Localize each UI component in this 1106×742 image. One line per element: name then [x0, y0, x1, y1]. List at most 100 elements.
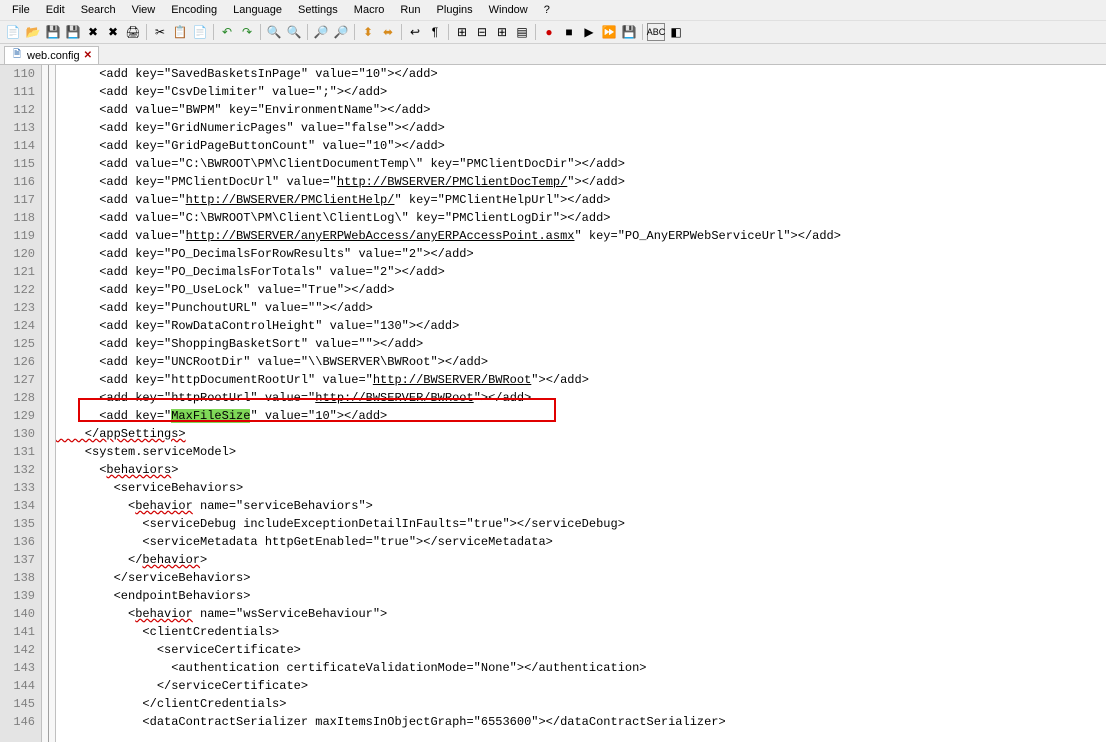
editor[interactable]: 1101111121131141151161171181191201211221… — [0, 65, 1106, 742]
code-line[interactable]: <behavior name="serviceBehaviors"> — [56, 497, 1106, 515]
line-number: 130 — [6, 425, 35, 443]
tab-webconfig[interactable]: 🗎 web.config ✕ — [4, 46, 99, 64]
open-file-icon[interactable]: 📂 — [24, 23, 42, 41]
code-line[interactable]: <add key="SavedBasketsInPage" value="10"… — [56, 65, 1106, 83]
record-icon[interactable]: ● — [540, 23, 558, 41]
code-line[interactable]: </serviceCertificate> — [56, 677, 1106, 695]
code-line[interactable]: <serviceCertificate> — [56, 641, 1106, 659]
code-line[interactable]: <add value="C:\BWROOT\PM\Client\ClientLo… — [56, 209, 1106, 227]
line-number: 127 — [6, 371, 35, 389]
code-line[interactable]: <add key="httpRootUrl" value="http://BWS… — [56, 389, 1106, 407]
close-icon[interactable]: ✖ — [84, 23, 102, 41]
code-line[interactable]: <add value="http://BWSERVER/anyERPWebAcc… — [56, 227, 1106, 245]
redo-icon[interactable]: ↷ — [238, 23, 256, 41]
file-icon: 🗎 — [11, 50, 23, 62]
fold-icon[interactable]: ⊟ — [473, 23, 491, 41]
code-line[interactable]: <add value="C:\BWROOT\PM\ClientDocumentT… — [56, 155, 1106, 173]
menu-file[interactable]: File — [4, 2, 38, 18]
menu-macro[interactable]: Macro — [346, 2, 393, 18]
menu-settings[interactable]: Settings — [290, 2, 346, 18]
print-icon[interactable]: 🖨 — [124, 23, 142, 41]
play-icon[interactable]: ▶ — [580, 23, 598, 41]
code-line[interactable]: <serviceMetadata httpGetEnabled="true"><… — [56, 533, 1106, 551]
menu-run[interactable]: Run — [392, 2, 428, 18]
code-line[interactable]: <serviceDebug includeExceptionDetailInFa… — [56, 515, 1106, 533]
code-line[interactable]: <add key="GridPageButtonCount" value="10… — [56, 137, 1106, 155]
copy-icon[interactable]: 📋 — [171, 23, 189, 41]
sync-v-icon[interactable]: ⬍ — [359, 23, 377, 41]
code-line[interactable]: <system.serviceModel> — [56, 443, 1106, 461]
line-number: 131 — [6, 443, 35, 461]
undo-icon[interactable]: ↶ — [218, 23, 236, 41]
sync-h-icon[interactable]: ⬌ — [379, 23, 397, 41]
menu-view[interactable]: View — [124, 2, 164, 18]
code-line[interactable]: <add key="PunchoutURL" value=""></add> — [56, 299, 1106, 317]
code-line[interactable]: <add value="BWPM" key="EnvironmentName">… — [56, 101, 1106, 119]
line-number: 121 — [6, 263, 35, 281]
toolbar-separator — [354, 24, 355, 40]
code-line[interactable]: <add key="UNCRootDir" value="\\BWSERVER\… — [56, 353, 1106, 371]
code-line[interactable]: </appSettings> — [56, 425, 1106, 443]
zoom-out-icon[interactable]: 🔎 — [332, 23, 350, 41]
wordwrap-icon[interactable]: ↩ — [406, 23, 424, 41]
replace-icon[interactable]: 🔍 — [285, 23, 303, 41]
code-area[interactable]: <add key="SavedBasketsInPage" value="10"… — [56, 65, 1106, 742]
menu-search[interactable]: Search — [73, 2, 124, 18]
allchars-icon[interactable]: ¶ — [426, 23, 444, 41]
find-icon[interactable]: 🔍 — [265, 23, 283, 41]
code-line[interactable]: <behaviors> — [56, 461, 1106, 479]
save-icon[interactable]: 💾 — [44, 23, 62, 41]
line-number: 143 — [6, 659, 35, 677]
save-all-icon[interactable]: 💾 — [64, 23, 82, 41]
line-number: 137 — [6, 551, 35, 569]
stop-icon[interactable]: ■ — [560, 23, 578, 41]
line-number: 115 — [6, 155, 35, 173]
line-number: 144 — [6, 677, 35, 695]
menu-window[interactable]: Window — [481, 2, 536, 18]
menu-encoding[interactable]: Encoding — [163, 2, 225, 18]
code-line[interactable]: <add key="MaxFileSize" value="10"></add> — [56, 407, 1106, 425]
code-line[interactable]: <clientCredentials> — [56, 623, 1106, 641]
line-number: 133 — [6, 479, 35, 497]
fold-column[interactable] — [42, 65, 56, 742]
code-line[interactable]: <endpointBehaviors> — [56, 587, 1106, 605]
doc-map-icon[interactable]: ▤ — [513, 23, 531, 41]
code-line[interactable]: <authentication certificateValidationMod… — [56, 659, 1106, 677]
code-line[interactable]: <add key="PO_DecimalsForRowResults" valu… — [56, 245, 1106, 263]
code-line[interactable]: <add value="http://BWSERVER/PMClientHelp… — [56, 191, 1106, 209]
menu-language[interactable]: Language — [225, 2, 290, 18]
save-macro-icon[interactable]: 💾 — [620, 23, 638, 41]
tab-close-icon[interactable]: ✕ — [84, 50, 92, 61]
paste-icon[interactable]: 📄 — [191, 23, 209, 41]
compare-icon[interactable]: ◧ — [667, 23, 685, 41]
code-line[interactable]: <dataContractSerializer maxItemsInObject… — [56, 713, 1106, 731]
line-number: 117 — [6, 191, 35, 209]
code-line[interactable]: <add key="PMClientDocUrl" value="http://… — [56, 173, 1106, 191]
menu-help[interactable]: ? — [536, 2, 558, 18]
code-line[interactable]: <add key="RowDataControlHeight" value="1… — [56, 317, 1106, 335]
code-line[interactable]: <add key="PO_UseLock" value="True"></add… — [56, 281, 1106, 299]
new-file-icon[interactable]: 📄 — [4, 23, 22, 41]
line-number: 113 — [6, 119, 35, 137]
code-line[interactable]: <add key="httpDocumentRootUrl" value="ht… — [56, 371, 1106, 389]
cut-icon[interactable]: ✂ — [151, 23, 169, 41]
code-line[interactable]: <add key="ShoppingBasketSort" value=""><… — [56, 335, 1106, 353]
unfold-icon[interactable]: ⊞ — [493, 23, 511, 41]
code-line[interactable]: <add key="PO_DecimalsForTotals" value="2… — [56, 263, 1106, 281]
code-line[interactable]: </clientCredentials> — [56, 695, 1106, 713]
code-line[interactable]: </behavior> — [56, 551, 1106, 569]
code-line[interactable]: <add key="CsvDelimiter" value=";"></add> — [56, 83, 1106, 101]
indent-guide-icon[interactable]: ⊞ — [453, 23, 471, 41]
spellcheck-icon[interactable]: ABC — [647, 23, 665, 41]
line-number: 138 — [6, 569, 35, 587]
code-line[interactable]: <behavior name="wsServiceBehaviour"> — [56, 605, 1106, 623]
code-line[interactable]: <add key="GridNumericPages" value="false… — [56, 119, 1106, 137]
menu-edit[interactable]: Edit — [38, 2, 73, 18]
menu-plugins[interactable]: Plugins — [429, 2, 481, 18]
zoom-in-icon[interactable]: 🔎 — [312, 23, 330, 41]
code-line[interactable]: </serviceBehaviors> — [56, 569, 1106, 587]
code-line[interactable]: <serviceBehaviors> — [56, 479, 1106, 497]
line-number: 114 — [6, 137, 35, 155]
close-all-icon[interactable]: ✖ — [104, 23, 122, 41]
play-multi-icon[interactable]: ⏩ — [600, 23, 618, 41]
